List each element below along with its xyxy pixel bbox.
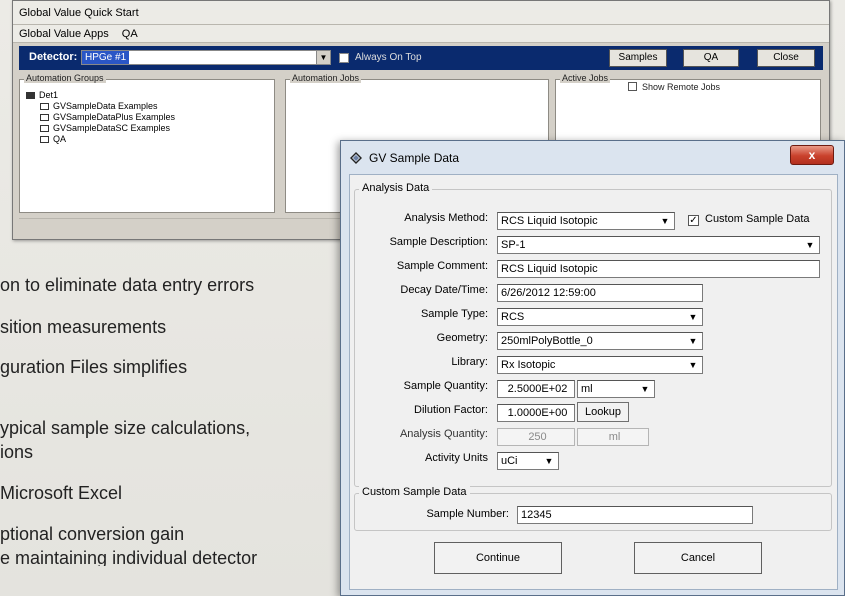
samples-button[interactable]: Samples — [609, 49, 667, 67]
folder-icon — [40, 136, 49, 143]
sample-quantity-unit-select[interactable]: ml ▼ — [577, 380, 655, 398]
active-jobs-title: Active Jobs — [560, 73, 611, 83]
folder-icon — [40, 114, 49, 121]
qa-button[interactable]: QA — [683, 49, 739, 67]
custom-sample-data-legend: Custom Sample Data — [359, 486, 470, 498]
analysis-quantity-label: Analysis Quantity: — [399, 428, 488, 440]
dialog-title: GV Sample Data — [369, 151, 460, 165]
analysis-data-legend: Analysis Data — [359, 182, 433, 194]
tree-root-label: Det1 — [39, 90, 59, 100]
analysis-method-select[interactable]: RCS Liquid Isotopic ▼ — [497, 212, 675, 230]
folder-icon — [40, 103, 49, 110]
sample-description-select[interactable]: SP-1 ▼ — [497, 236, 820, 254]
decay-datetime-label: Decay Date/Time: — [400, 284, 488, 296]
folder-icon — [40, 125, 49, 132]
bullet-text: Microsoft Excel — [0, 483, 123, 503]
tree-item-label: GVSampleData Examples — [53, 101, 158, 111]
chevron-down-icon[interactable]: ▼ — [316, 51, 330, 64]
analysis-quantity-input: 250 — [497, 428, 575, 446]
close-button[interactable]: Close — [757, 49, 815, 67]
detector-value: HPGe #1 — [82, 51, 130, 64]
tree-item[interactable]: GVSampleData Examples — [26, 101, 175, 112]
bullet-text: e maintaining individual detector — [0, 548, 258, 566]
chevron-down-icon[interactable]: ▼ — [686, 310, 700, 324]
library-label: Library: — [451, 356, 488, 368]
show-remote-jobs-label: Show Remote Jobs — [642, 82, 721, 92]
dialog-titlebar[interactable]: GV Sample Data x — [341, 141, 844, 173]
custom-sample-data-group: Custom Sample Data Sample Number: 12345 — [354, 486, 832, 531]
analysis-data-group: Analysis Data Analysis Method: RCS Liqui… — [354, 182, 832, 487]
always-on-top-checkbox[interactable] — [339, 53, 349, 63]
menu-global-value-apps[interactable]: Global Value Apps — [19, 28, 109, 40]
activity-units-label: Activity Units — [425, 452, 488, 464]
activity-units-select[interactable]: uCi ▼ — [497, 452, 559, 470]
dilution-factor-input[interactable]: 1.0000E+00 — [497, 404, 575, 422]
analysis-quantity-unit: ml — [577, 428, 649, 446]
sample-comment-label: Sample Comment: — [396, 260, 488, 272]
bullet-text: on to eliminate data entry errors — [0, 275, 255, 295]
chevron-down-icon[interactable]: ▼ — [638, 382, 652, 396]
chevron-down-icon[interactable]: ▼ — [658, 214, 672, 228]
chevron-down-icon[interactable]: ▼ — [803, 238, 817, 252]
chevron-down-icon[interactable]: ▼ — [542, 454, 556, 468]
sample-quantity-input[interactable]: 2.5000E+02 — [497, 380, 575, 398]
bullet-text: sition measurements — [0, 317, 167, 337]
geometry-label: Geometry: — [436, 332, 488, 344]
tree-item-label: QA — [53, 134, 67, 144]
main-window-title: Global Value Quick Start — [13, 1, 829, 25]
tree-item[interactable]: GVSampleDataSC Examples — [26, 123, 175, 134]
folder-open-icon — [26, 92, 35, 99]
tree-item-label: GVSampleDataSC Examples — [53, 123, 171, 133]
show-remote-jobs-checkbox[interactable] — [628, 82, 637, 91]
tree-item[interactable]: GVSampleDataPlus Examples — [26, 112, 175, 123]
menu-qa[interactable]: QA — [122, 28, 138, 40]
bullet-text: ions — [0, 442, 34, 462]
sample-description-value: SP-1 — [501, 239, 526, 251]
detector-bar: Detector: HPGe #1 ▼ Always On Top Sample… — [19, 46, 823, 70]
sample-quantity-label: Sample Quantity: — [403, 380, 488, 392]
decay-datetime-input[interactable]: 6/26/2012 12:59:00 — [497, 284, 703, 302]
sample-type-value: RCS — [501, 311, 525, 323]
dilution-factor-label: Dilution Factor: — [414, 404, 488, 416]
always-on-top-label: Always On Top — [355, 52, 422, 63]
automation-jobs-title: Automation Jobs — [290, 73, 362, 83]
chevron-down-icon[interactable]: ▼ — [686, 358, 700, 372]
analysis-method-value: RCS Liquid Isotopic — [501, 215, 598, 227]
detector-select[interactable]: HPGe #1 ▼ — [81, 50, 331, 65]
automation-tree: Det1 GVSampleData Examples GVSampleDataP… — [26, 90, 175, 145]
sample-quantity-unit-value: ml — [581, 383, 593, 395]
library-value: Rx Isotopic — [501, 359, 556, 371]
sample-number-label: Sample Number: — [426, 508, 509, 520]
geometry-select[interactable]: 250mlPolyBottle_0 ▼ — [497, 332, 703, 350]
continue-button[interactable]: Continue — [434, 542, 562, 574]
detector-label: Detector: — [29, 51, 78, 63]
analysis-method-label: Analysis Method: — [404, 212, 488, 224]
sample-type-label: Sample Type: — [420, 308, 488, 320]
bullet-text: ypical sample size calculations, — [0, 418, 251, 438]
lookup-button[interactable]: Lookup — [577, 402, 629, 422]
activity-units-value: uCi — [501, 455, 518, 467]
cancel-button[interactable]: Cancel — [634, 542, 762, 574]
main-menu-bar: Global Value Apps QA — [13, 25, 829, 43]
automation-groups-title: Automation Groups — [24, 73, 106, 83]
gv-sample-data-dialog: GV Sample Data x Analysis Data Analysis … — [340, 140, 845, 596]
geometry-value: 250mlPolyBottle_0 — [501, 335, 593, 347]
dialog-body: Analysis Data Analysis Method: RCS Liqui… — [349, 174, 838, 590]
sample-description-label: Sample Description: — [389, 236, 488, 248]
sample-comment-input[interactable]: RCS Liquid Isotopic — [497, 260, 820, 278]
tree-root[interactable]: Det1 — [26, 90, 175, 101]
tree-item-label: GVSampleDataPlus Examples — [53, 112, 176, 122]
library-select[interactable]: Rx Isotopic ▼ — [497, 356, 703, 374]
custom-sample-data-checkbox[interactable]: ✓ — [688, 215, 699, 226]
close-icon[interactable]: x — [790, 145, 834, 165]
app-icon — [350, 152, 362, 164]
tree-item[interactable]: QA — [26, 134, 175, 145]
custom-sample-data-checkbox-label: Custom Sample Data — [705, 213, 810, 225]
bullet-text: ptional conversion gain — [0, 524, 185, 544]
chevron-down-icon[interactable]: ▼ — [686, 334, 700, 348]
automation-groups-panel: Automation Groups Det1 GVSampleData Exam… — [19, 73, 275, 213]
sample-number-input[interactable]: 12345 — [517, 506, 753, 524]
bullet-text: guration Files simplifies — [0, 357, 188, 377]
sample-type-select[interactable]: RCS ▼ — [497, 308, 703, 326]
